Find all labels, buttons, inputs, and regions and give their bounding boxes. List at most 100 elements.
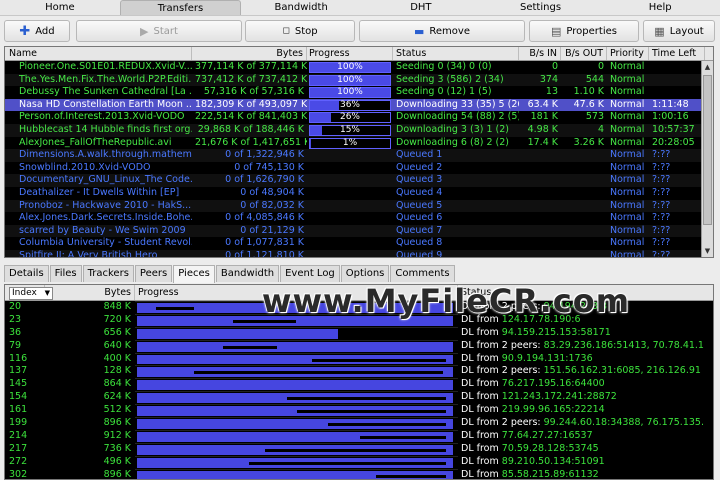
piece-progress	[135, 326, 458, 340]
menu-tab-bandwidth[interactable]: Bandwidth	[241, 0, 361, 15]
table-row[interactable]: 217 736 K DL from 70.59.28.128:53745	[5, 442, 713, 456]
piece-status-text: DL from	[461, 404, 499, 416]
tab-event-log[interactable]: Event Log	[280, 265, 340, 282]
table-row[interactable]: 302 896 K DL from 85.58.215.89:61132	[5, 468, 713, 479]
transfer-bytes: 0 of 4,085,846 K	[225, 212, 304, 224]
table-row[interactable]: 20 848 K DL from 2 peers: 94.194.203.3	[5, 301, 713, 314]
transfer-priority: Normal	[610, 174, 645, 186]
transfer-bytes: 0 of 82,032 K	[240, 199, 304, 211]
bytes-column-header[interactable]: Bytes	[45, 285, 135, 300]
table-row[interactable]: Hubblecast 14 Hubble finds first org... 2…	[5, 123, 713, 137]
transfer-progress	[307, 174, 393, 187]
table-row[interactable]: Dimensions.A.walk.through.mathem... 0 of …	[5, 149, 713, 162]
tab-bandwidth[interactable]: Bandwidth	[215, 265, 280, 282]
transfer-rate-out: 0	[597, 61, 604, 72]
tab-peers[interactable]: Peers	[134, 265, 173, 282]
transfer-rate-in: 0	[551, 61, 558, 72]
piece-bytes: 128 K	[103, 365, 131, 377]
table-row[interactable]: Pronoboz - Hackwave 2010 - HakS... 0 of 8…	[5, 199, 713, 213]
piece-status: DL from 89.210.50.134:51091	[458, 456, 713, 469]
table-row[interactable]: 23 720 K DL from 124.17.78.190:6	[5, 313, 713, 327]
transfer-name: Pioneer.One.S01E01.REDUX.Xvid-V...	[19, 61, 192, 72]
table-row[interactable]: 137 128 K DL from 2 peers: 151.56.162.31:6…	[5, 365, 713, 379]
piece-progress	[135, 442, 458, 456]
transfer-bytes: 0 of 21,129 K	[240, 224, 304, 236]
column-header-b-s-out[interactable]: B/s OUT	[561, 47, 607, 60]
table-row[interactable]: Deathalizer - It Dwells Within [EP] 0 of …	[5, 187, 713, 200]
tab-comments[interactable]: Comments	[390, 265, 455, 282]
transfer-priority: Normal	[610, 249, 645, 258]
tab-details[interactable]: Details	[4, 265, 49, 282]
column-header-name[interactable]: Name	[5, 47, 192, 60]
menu-tab-transfers[interactable]: Transfers	[119, 0, 242, 15]
progress-bar: 36%	[309, 99, 391, 111]
tab-trackers[interactable]: Trackers	[82, 265, 134, 282]
table-row[interactable]: 116 400 K DL from 90.9.194.131:1736	[5, 352, 713, 366]
table-row[interactable]: 154 624 K DL from 121.243.172.241:28872	[5, 391, 713, 405]
table-row[interactable]: 214 912 K DL from 77.64.27.27:16537	[5, 429, 713, 443]
menu-tab-settings[interactable]: Settings	[481, 0, 601, 15]
table-row[interactable]: Documentary_GNU_Linux_The Code... 0 of 1,…	[5, 174, 713, 187]
transfer-rate-in: 374	[539, 73, 558, 85]
table-row[interactable]: 199 896 K DL from 2 peers: 99.244.60.18:34…	[5, 417, 713, 430]
table-row[interactable]: Columbia University - Student Revol... 0 …	[5, 237, 713, 250]
column-header-bytes[interactable]: Bytes	[192, 47, 307, 60]
remove-label: Remove	[429, 25, 470, 37]
start-button[interactable]: ▶ Start	[76, 20, 242, 42]
column-header-time-left[interactable]: Time Left	[649, 47, 705, 60]
piece-status: DL from 2 peers: 94.194.203.3	[458, 301, 713, 314]
stop-button[interactable]: ◻ Stop	[245, 20, 355, 42]
column-header-status[interactable]: Status	[393, 47, 519, 60]
remove-button[interactable]: ▬ Remove	[359, 20, 525, 42]
table-row[interactable]: Debussy The Sunken Cathedral [La ... 57,3…	[5, 86, 713, 99]
tab-options[interactable]: Options	[340, 265, 390, 282]
table-row[interactable]: 145 864 K DL from 76.217.195.16:64400	[5, 378, 713, 392]
transfer-time-left: 20:28:05	[652, 136, 695, 148]
menu-tab-home[interactable]: Home	[0, 0, 120, 15]
column-header-b-s-in[interactable]: B/s IN	[519, 47, 561, 60]
table-row[interactable]: AlexJones_FallOfTheRepublic.avi 21,676 K …	[5, 137, 713, 150]
sort-select[interactable]: Index ▼	[9, 287, 53, 300]
status-column-header[interactable]: Status	[458, 285, 713, 300]
table-row[interactable]: Nasa HD Constellation Earth Moon ... 182,…	[5, 98, 713, 112]
tab-pieces[interactable]: Pieces	[173, 265, 215, 283]
transfer-progress: 100%	[307, 74, 393, 87]
add-button[interactable]: ✚ Add	[4, 20, 70, 42]
transfer-name: Pronoboz - Hackwave 2010 - HakS...	[19, 199, 192, 211]
piece-progress-fill	[137, 341, 453, 352]
transfer-rate-out	[561, 237, 607, 250]
table-row[interactable]: Spitfire II: A Very British Hero 0 of 1,1…	[5, 249, 713, 258]
piece-status-text: DL from	[461, 429, 499, 441]
piece-progress-fill	[137, 328, 338, 339]
progress-column-header[interactable]: Progress	[135, 285, 458, 300]
table-row[interactable]: scarred by Beauty - We Swim 2009 0 of 21,…	[5, 224, 713, 238]
scrollbar-thumb[interactable]	[703, 75, 712, 225]
table-row[interactable]: 161 512 K DL from 219.99.96.165:22214	[5, 404, 713, 418]
menu-tab-help[interactable]: Help	[600, 0, 720, 15]
table-row[interactable]: 36 656 K DL from 94.159.215.153:58171	[5, 326, 713, 340]
menu-tab-dht[interactable]: DHT	[361, 0, 481, 15]
layout-button[interactable]: ▦ Layout	[643, 20, 715, 42]
plus-icon: ✚	[19, 23, 31, 39]
table-row[interactable]: Alex.Jones.Dark.Secrets.Inside.Bohe... 0 …	[5, 212, 713, 225]
piece-index: 199	[9, 417, 28, 429]
table-row[interactable]: Pioneer.One.S01E01.REDUX.Xvid-V... 377,11…	[5, 61, 713, 74]
table-row[interactable]: Snowblind.2010.Xvid-VODO 0 of 745,130 K Qu…	[5, 162, 713, 175]
scroll-up-icon[interactable]: ▲	[702, 61, 713, 73]
column-header-priority[interactable]: Priority	[607, 47, 649, 60]
scroll-down-icon[interactable]: ▼	[702, 245, 713, 257]
piece-index: 36	[9, 326, 22, 338]
table-row[interactable]: Person.of.Interest.2013.Xvid-VODO 222,514…	[5, 111, 713, 124]
properties-button[interactable]: ▤ Properties	[529, 20, 639, 42]
column-header-progress[interactable]: Progress	[307, 47, 393, 60]
table-row[interactable]: 272 496 K DL from 89.210.50.134:51091	[5, 455, 713, 469]
transfer-time-left: 1:00:16	[652, 111, 689, 123]
table-row[interactable]: The.Yes.Men.Fix.The.World.P2P.Editi... 73…	[5, 73, 713, 87]
transfer-status: Seeding 3 (586) 2 (34)	[396, 73, 504, 85]
transfer-progress: 100%	[307, 86, 393, 99]
table-row[interactable]: 79 640 K DL from 2 peers: 83.29.236.186:51…	[5, 339, 713, 353]
tab-files[interactable]: Files	[49, 265, 82, 282]
piece-status: DL from 219.99.96.165:22214	[458, 404, 713, 417]
piece-peer-address: 94.159.215.153:58171	[501, 326, 611, 338]
transfers-scrollbar[interactable]: ▲ ▼	[701, 61, 713, 257]
